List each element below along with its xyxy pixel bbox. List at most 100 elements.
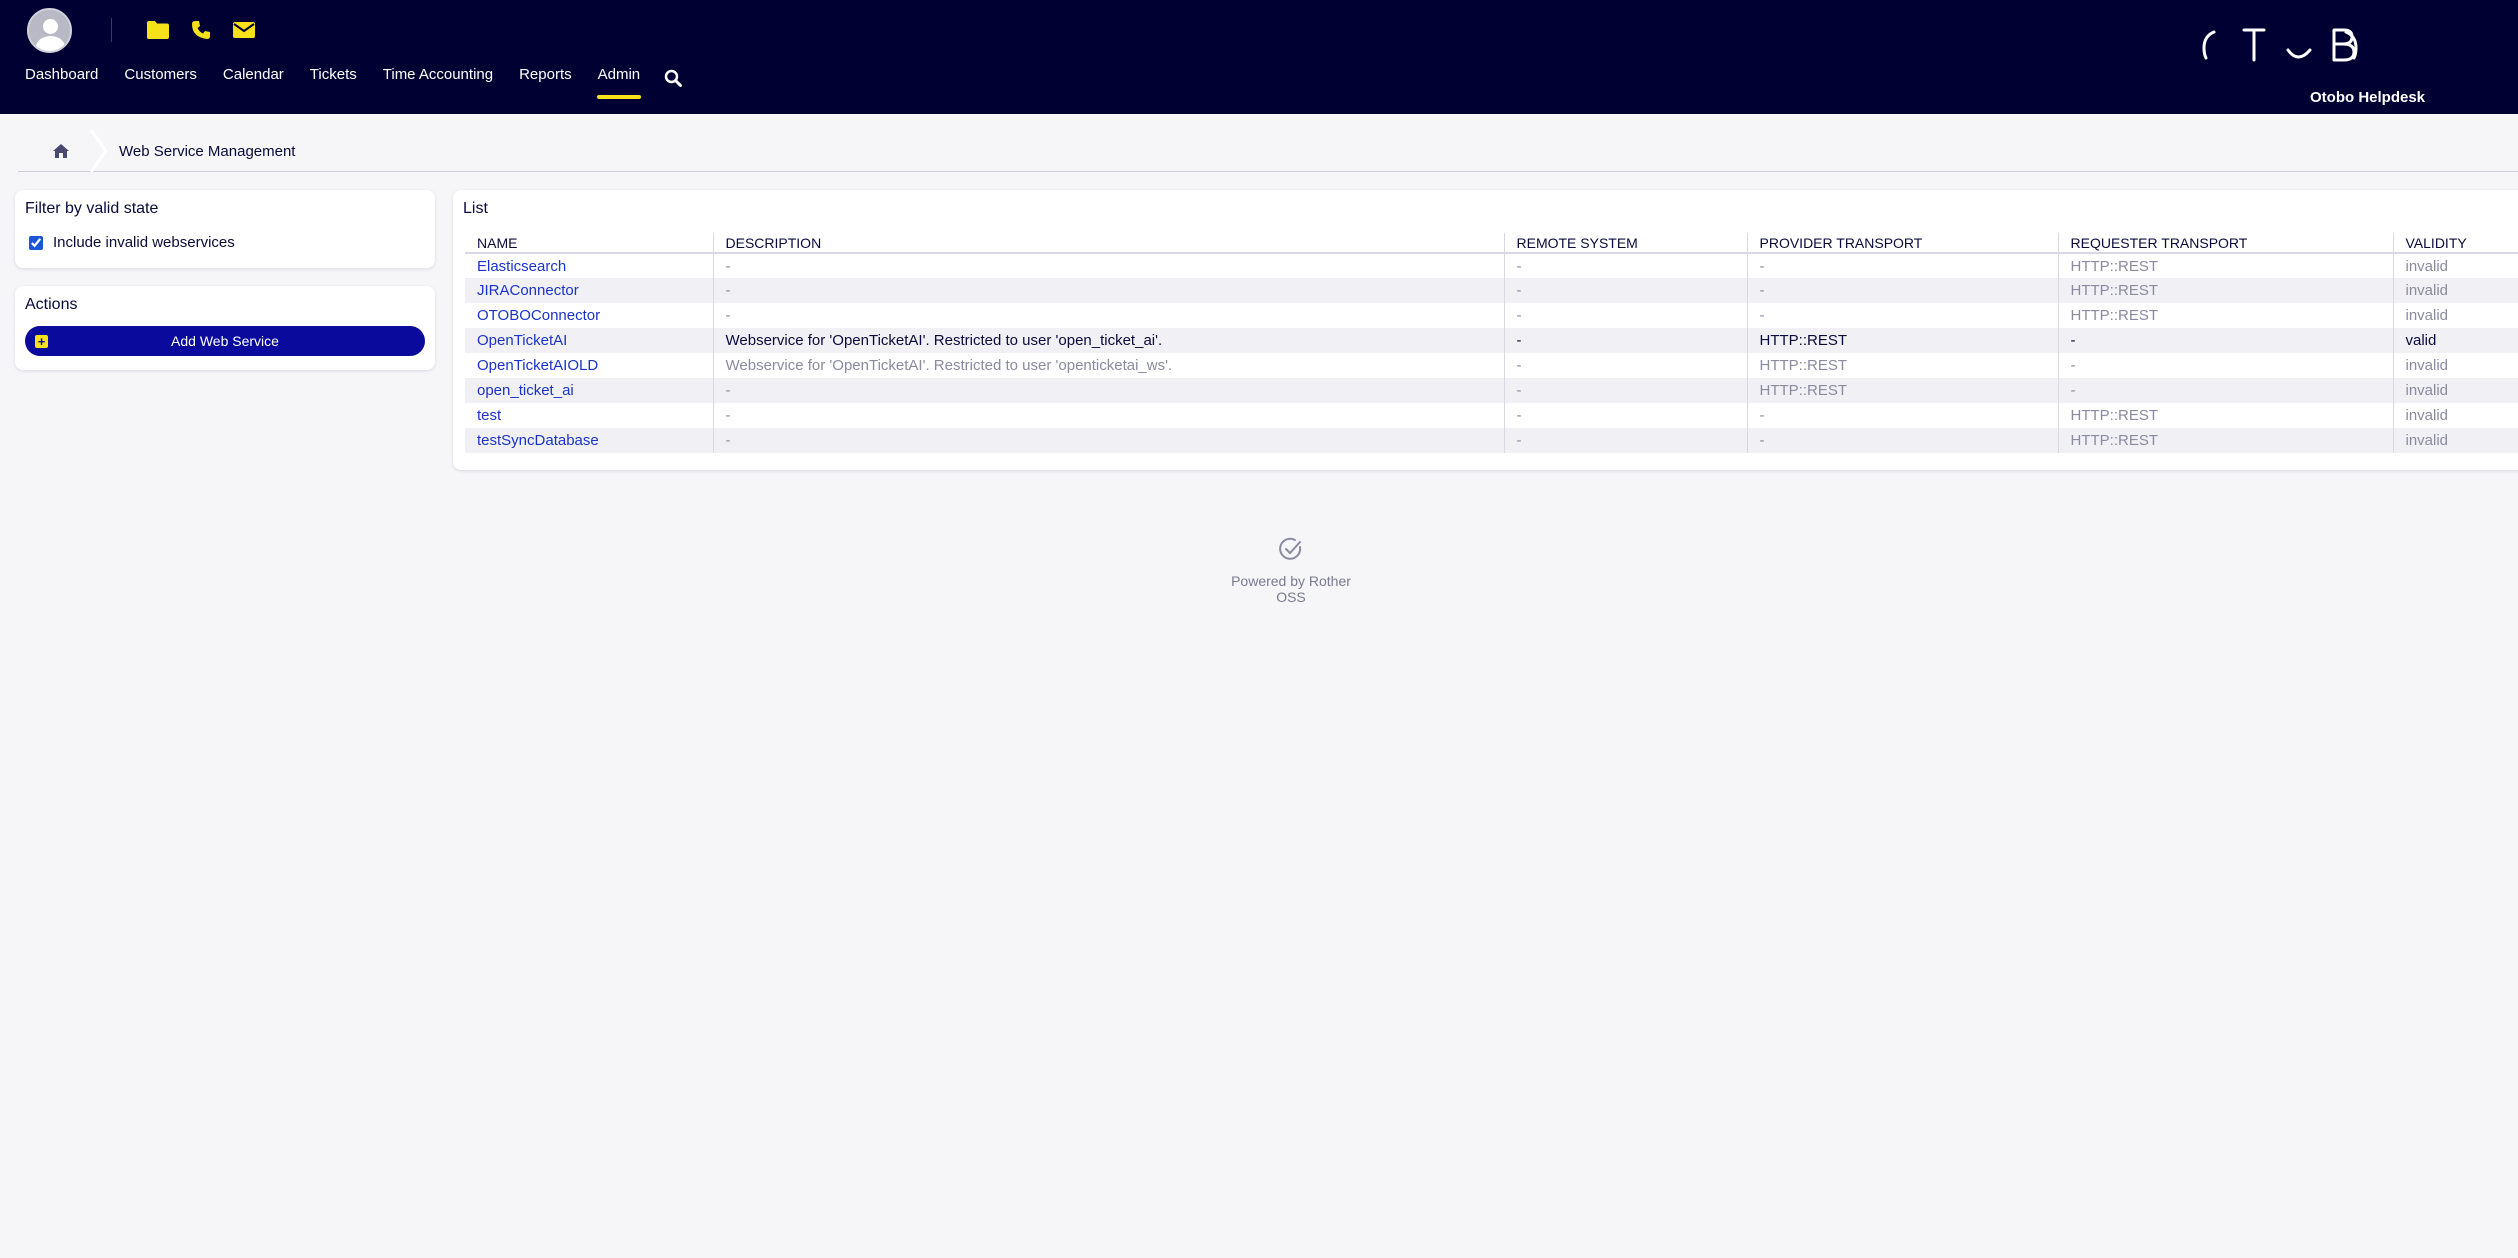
remote-cell: - — [1503, 353, 1747, 378]
requester-cell: HTTP::REST — [2057, 428, 2393, 453]
phone-icon[interactable] — [188, 17, 214, 43]
table-row[interactable]: JIRAConnector - - - HTTP::REST invalid — [465, 278, 2518, 303]
remote-cell: - — [1503, 303, 1747, 328]
home-icon[interactable] — [36, 133, 86, 168]
webservice-link[interactable]: open_ticket_ai — [477, 382, 574, 399]
breadcrumb-separator — [90, 130, 108, 172]
description-cell: - — [712, 303, 1504, 328]
validity-cell: invalid — [2392, 428, 2518, 453]
remote-cell: - — [1503, 328, 1747, 353]
validity-cell: invalid — [2392, 378, 2518, 403]
add-web-service-button[interactable]: + Add Web Service — [25, 326, 425, 356]
description-cell: - — [712, 378, 1504, 403]
include-invalid-checkbox[interactable] — [29, 235, 43, 250]
remote-cell: - — [1503, 253, 1747, 278]
remote-cell: - — [1503, 403, 1747, 428]
col-name[interactable]: NAME — [465, 233, 713, 254]
validity-cell: invalid — [2392, 253, 2518, 278]
nav-tickets[interactable]: Tickets — [310, 66, 357, 95]
col-validity[interactable]: VALIDITY — [2392, 233, 2518, 254]
description-cell: - — [712, 253, 1504, 278]
list-title: List — [463, 200, 488, 217]
nav-reports[interactable]: Reports — [519, 66, 572, 95]
envelope-icon[interactable] — [231, 17, 257, 43]
validity-cell: invalid — [2392, 353, 2518, 378]
webservice-link[interactable]: OpenTicketAIOLD — [477, 357, 598, 374]
table-row[interactable]: OTOBOConnector - - - HTTP::REST invalid — [465, 303, 2518, 328]
breadcrumb: Web Service Management — [18, 130, 2518, 172]
actions-title: Actions — [25, 296, 78, 313]
validity-cell: invalid — [2392, 278, 2518, 303]
header-divider — [111, 18, 112, 42]
requester-cell: - — [2057, 378, 2393, 403]
search-icon[interactable] — [664, 69, 682, 92]
col-requester-transport[interactable]: REQUESTER TRANSPORT — [2057, 233, 2393, 254]
plus-icon: + — [35, 335, 48, 348]
description-cell: - — [712, 403, 1504, 428]
validity-cell: invalid — [2392, 403, 2518, 428]
webservice-link[interactable]: testSyncDatabase — [477, 432, 599, 449]
remote-cell: - — [1503, 428, 1747, 453]
include-invalid-toggle[interactable]: Include invalid webservices — [29, 234, 235, 251]
top-header: Dashboard Customers Calendar Tickets Tim… — [0, 0, 2518, 114]
validity-cell: valid — [2392, 328, 2518, 353]
table-header-row: NAME DESCRIPTION REMOTE SYSTEM PROVIDER … — [465, 233, 2518, 254]
provider-cell: - — [1746, 253, 2058, 278]
description-cell: Webservice for 'OpenTicketAI'. Restricte… — [712, 353, 1504, 378]
description-cell: - — [712, 428, 1504, 453]
requester-cell: HTTP::REST — [2057, 278, 2393, 303]
description-cell: - — [712, 278, 1504, 303]
provider-cell: HTTP::REST — [1746, 378, 2058, 403]
nav-customers[interactable]: Customers — [124, 66, 197, 95]
webservice-link[interactable]: JIRAConnector — [477, 282, 579, 299]
remote-cell: - — [1503, 378, 1747, 403]
table-row[interactable]: Elasticsearch - - - HTTP::REST invalid — [465, 253, 2518, 278]
provider-cell: - — [1746, 428, 2058, 453]
table-row[interactable]: test - - - HTTP::REST invalid — [465, 403, 2518, 428]
table-row[interactable]: open_ticket_ai - - HTTP::REST - invalid — [465, 378, 2518, 403]
webservice-link[interactable]: OpenTicketAI — [477, 332, 567, 349]
provider-cell: - — [1746, 303, 2058, 328]
webservice-link[interactable]: Elasticsearch — [477, 258, 566, 275]
breadcrumb-current: Web Service Management — [119, 143, 296, 160]
add-web-service-label: Add Web Service — [171, 333, 279, 349]
table-row[interactable]: OpenTicketAIOLD Webservice for 'OpenTick… — [465, 353, 2518, 378]
requester-cell: - — [2057, 353, 2393, 378]
nav-dashboard[interactable]: Dashboard — [25, 66, 98, 95]
main-nav: Dashboard Customers Calendar Tickets Tim… — [25, 66, 666, 99]
brand-label: Otobo Helpdesk — [2310, 89, 2426, 106]
table-row[interactable]: testSyncDatabase - - - HTTP::REST invali… — [465, 428, 2518, 453]
requester-cell: HTTP::REST — [2057, 303, 2393, 328]
filter-title: Filter by valid state — [25, 200, 159, 217]
webservice-link[interactable]: OTOBOConnector — [477, 307, 600, 324]
validity-cell: invalid — [2392, 303, 2518, 328]
webservice-link[interactable]: test — [477, 407, 501, 424]
requester-cell: - — [2057, 328, 2393, 353]
nav-time-accounting[interactable]: Time Accounting — [383, 66, 493, 95]
powered-by-text: Powered by Rother OSS — [1231, 573, 1351, 605]
col-remote-system[interactable]: REMOTE SYSTEM — [1503, 233, 1747, 254]
provider-cell: HTTP::REST — [1746, 328, 2058, 353]
table-row[interactable]: OpenTicketAI Webservice for 'OpenTicketA… — [465, 328, 2518, 353]
actions-panel: Actions + Add Web Service — [15, 286, 435, 370]
provider-cell: - — [1746, 403, 2058, 428]
footer: Powered by Rother OSS — [1216, 536, 1366, 605]
nav-calendar[interactable]: Calendar — [223, 66, 284, 95]
filter-panel: Filter by valid state Include invalid we… — [15, 190, 435, 268]
avatar[interactable] — [27, 8, 72, 53]
webservice-table: NAME DESCRIPTION REMOTE SYSTEM PROVIDER … — [465, 233, 2518, 453]
provider-cell: HTTP::REST — [1746, 353, 2058, 378]
otobo-logo — [2202, 28, 2358, 62]
include-invalid-label: Include invalid webservices — [53, 234, 235, 251]
remote-cell: - — [1503, 278, 1747, 303]
provider-cell: - — [1746, 278, 2058, 303]
nav-admin[interactable]: Admin — [596, 66, 641, 99]
requester-cell: HTTP::REST — [2057, 253, 2393, 278]
col-description[interactable]: DESCRIPTION — [712, 233, 1504, 254]
check-circle-icon — [1279, 537, 1302, 560]
list-panel: List NAME DESCRIPTION REMOTE SYSTEM PROV… — [453, 190, 2518, 470]
description-cell: Webservice for 'OpenTicketAI'. Restricte… — [712, 328, 1504, 353]
requester-cell: HTTP::REST — [2057, 403, 2393, 428]
folder-icon[interactable] — [145, 17, 171, 43]
col-provider-transport[interactable]: PROVIDER TRANSPORT — [1746, 233, 2058, 254]
